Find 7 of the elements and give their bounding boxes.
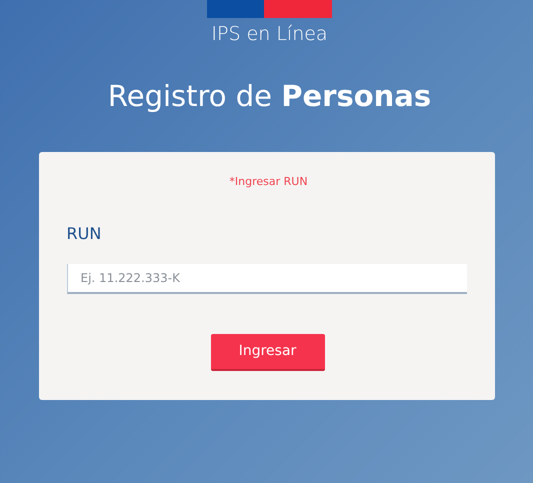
page-title: Registro de Personas [108,78,432,114]
run-input-field[interactable]: Ej. 11.222.333-K [66,264,466,294]
submit-button[interactable]: Ingresar [210,334,324,370]
error-message: *Ingresar RUN [229,174,308,190]
flag-logo-icon [207,0,332,18]
run-label: RUN [66,222,102,244]
brand-name: IPS en Línea [211,22,328,46]
